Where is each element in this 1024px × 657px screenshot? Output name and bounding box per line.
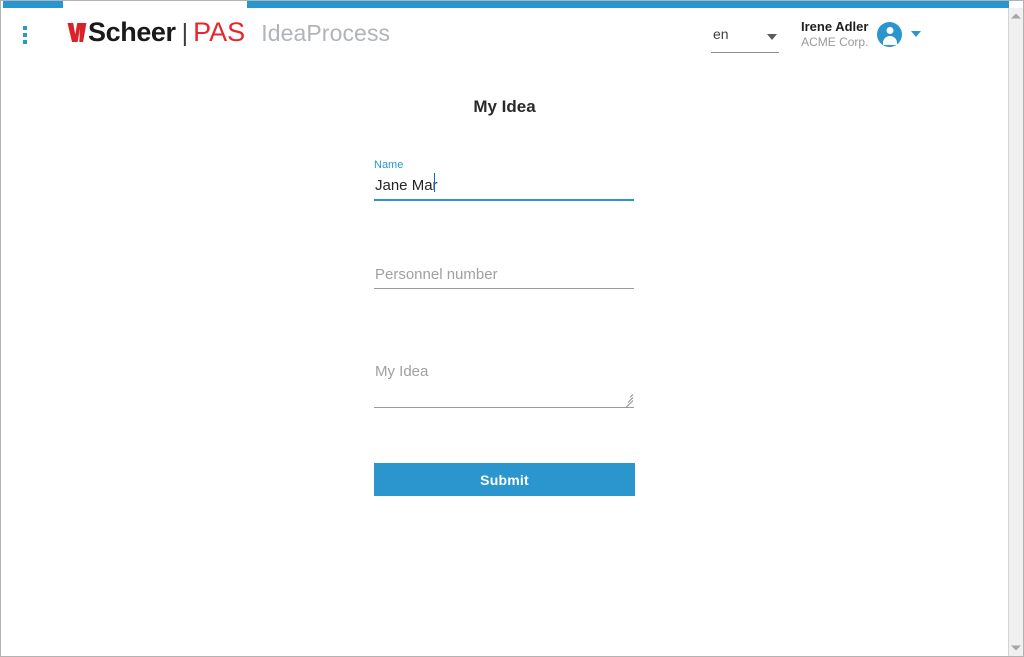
- field-name: Name: [374, 160, 634, 201]
- chevron-down-icon[interactable]: [911, 31, 921, 37]
- arrow-triangle: [1011, 14, 1021, 19]
- scroll-up-arrow-icon[interactable]: [1009, 8, 1023, 24]
- resize-grip-icon[interactable]: [622, 392, 633, 403]
- arrow-triangle: [1011, 646, 1021, 651]
- field-name-label: Name: [374, 160, 634, 171]
- language-select[interactable]: en: [711, 26, 779, 53]
- avatar-body-shape: [883, 36, 897, 45]
- app-name-label: IdeaProcess: [261, 22, 390, 45]
- kebab-menu-icon[interactable]: [18, 24, 32, 46]
- scroll-down-arrow-icon[interactable]: [1009, 640, 1023, 656]
- brand-name: Scheer: [88, 19, 176, 46]
- page-scroll-container: Scheer | PAS IdeaProcess en Irene Adler …: [1, 1, 1023, 656]
- user-organization-label: ACME Corp.: [801, 35, 868, 49]
- field-my-idea: [374, 362, 634, 408]
- submit-button[interactable]: Submit: [374, 463, 635, 496]
- user-identity: Irene Adler ACME Corp.: [801, 19, 868, 48]
- progress-chunk: [247, 1, 1009, 8]
- user-menu[interactable]: Irene Adler ACME Corp.: [801, 17, 921, 51]
- user-name-label: Irene Adler: [801, 19, 868, 34]
- brand-suffix: PAS: [193, 19, 245, 46]
- kebab-dot: [23, 40, 27, 44]
- my-idea-textarea[interactable]: [374, 362, 634, 408]
- field-personnel-number: [374, 264, 634, 289]
- kebab-dot: [23, 26, 27, 30]
- brand-separator: |: [182, 21, 189, 46]
- textarea-wrapper: [374, 362, 634, 408]
- page-title: My Idea: [1, 97, 1008, 117]
- application-window: Scheer | PAS IdeaProcess en Irene Adler …: [0, 0, 1024, 657]
- indeterminate-progress-bar: [1, 1, 1009, 8]
- vertical-scrollbar[interactable]: [1008, 8, 1023, 656]
- brand-logo[interactable]: Scheer | PAS IdeaProcess: [67, 19, 390, 46]
- app-header: Scheer | PAS IdeaProcess en Irene Adler …: [1, 8, 1008, 54]
- chevron-down-icon: [767, 34, 777, 40]
- kebab-dot: [23, 33, 27, 37]
- language-select-value: en: [713, 26, 729, 42]
- name-input[interactable]: [374, 176, 634, 201]
- text-cursor: [434, 173, 435, 192]
- progress-chunk: [3, 1, 63, 8]
- scheer-logo-mark-icon: [67, 22, 87, 43]
- user-avatar-icon[interactable]: [877, 22, 902, 47]
- personnel-number-input[interactable]: [374, 264, 634, 289]
- avatar-head-shape: [886, 27, 893, 34]
